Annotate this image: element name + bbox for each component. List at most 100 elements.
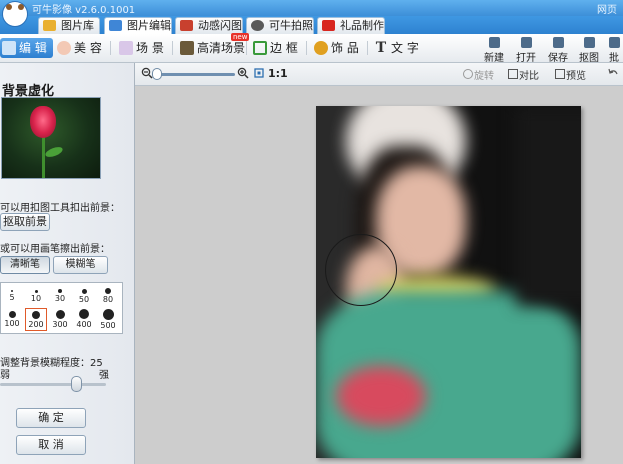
- compare-button[interactable]: 对比: [508, 67, 539, 82]
- tool-hd-scene[interactable]: 高清场景 new: [178, 33, 250, 58]
- toolbar-divider: [367, 41, 368, 55]
- brush-size-label: 30: [54, 294, 66, 303]
- toolbar-divider: [172, 41, 173, 55]
- brush-size-option[interactable]: 400: [73, 308, 95, 331]
- brush-dot-icon: [102, 309, 114, 320]
- tab-label: 图片库: [61, 19, 94, 32]
- fit-to-window-icon[interactable]: [253, 67, 265, 79]
- brush-size-label: 50: [78, 295, 90, 304]
- hd-scene-icon: [180, 41, 194, 55]
- edit-icon: [2, 41, 16, 55]
- cancel-button[interactable]: 取 消: [16, 435, 86, 455]
- accessory-icon: [314, 41, 328, 55]
- tab-image-edit[interactable]: 图片编辑: [104, 17, 172, 34]
- batch-button[interactable]: 批处: [605, 36, 623, 62]
- tab-camera[interactable]: 可牛拍照: [246, 17, 314, 34]
- button-label: 批处: [609, 53, 619, 62]
- thumbnail-rose: [30, 106, 56, 138]
- compare-label: 对比: [519, 71, 539, 82]
- tab-image-library[interactable]: 图片库: [38, 17, 100, 34]
- tool-label: 文 字: [391, 41, 419, 55]
- brush-size-option[interactable]: 300: [49, 308, 71, 331]
- edit-toolbar: 编 辑 美 容 场 景 高清场景 new 边 框 饰 品 T 文 字 新建 打开…: [0, 33, 623, 64]
- brush-size-label: 200: [28, 320, 44, 329]
- title-bar: 可牛影像 v2.6.0.1001 网页: [0, 0, 623, 27]
- brush-size-label: 100: [4, 319, 20, 328]
- open-button[interactable]: 打开: [512, 36, 540, 64]
- tab-label: 礼品制作: [340, 19, 384, 32]
- image-canvas[interactable]: [135, 86, 623, 464]
- zoom-slider-thumb[interactable]: [152, 68, 162, 80]
- new-badge: new: [231, 33, 250, 41]
- brush-dot-icon: [8, 311, 16, 318]
- cutout-button[interactable]: 抠图: [575, 36, 603, 64]
- preview-button[interactable]: 预览: [555, 67, 586, 82]
- face-icon: [57, 41, 71, 55]
- preview-label: 预览: [566, 71, 586, 82]
- confirm-button[interactable]: 确 定: [16, 408, 86, 428]
- tool-scene[interactable]: 场 景: [117, 38, 164, 58]
- blur-brush-tab[interactable]: 模糊笔: [53, 256, 108, 274]
- toolbar-divider: [110, 41, 111, 55]
- image-library-icon: [43, 20, 56, 31]
- tool-text[interactable]: T 文 字: [372, 38, 419, 58]
- brush-size-option[interactable]: 10: [25, 284, 47, 307]
- tool-accessories[interactable]: 饰 品: [312, 38, 359, 58]
- thumbnail-stem: [42, 136, 45, 178]
- new-file-icon: [488, 37, 500, 48]
- tool-label: 饰 品: [331, 41, 359, 55]
- slider-max-label: 强: [99, 370, 109, 381]
- title-bar-link[interactable]: 网页: [597, 1, 617, 16]
- brush-dot-icon: [58, 289, 62, 293]
- brush-size-label: 5: [9, 293, 15, 302]
- brush-size-option-selected[interactable]: 200: [25, 308, 47, 331]
- extract-foreground-button[interactable]: 抠取前景: [0, 213, 50, 231]
- tab-label: 图片编辑: [127, 19, 171, 32]
- save-button[interactable]: 保存: [544, 36, 572, 64]
- brush-dot-icon: [79, 309, 89, 319]
- brush-size-option[interactable]: 5: [1, 284, 23, 307]
- brush-size-option[interactable]: 80: [97, 284, 119, 307]
- toolbar-divider: [306, 41, 307, 55]
- zoom-in-icon[interactable]: [237, 67, 249, 79]
- canvas-toolbar: 1:1 旋转 对比 预览: [135, 63, 623, 86]
- blur-slider-thumb[interactable]: [71, 376, 82, 392]
- brush-size-option[interactable]: 50: [73, 284, 95, 307]
- brush-dot-icon: [105, 288, 111, 294]
- brush-size-grid: 5 10 30 50 80 100 200 300 400 500: [0, 282, 123, 334]
- film-icon: [180, 20, 193, 31]
- tool-beauty[interactable]: 美 容: [55, 38, 102, 58]
- tool-label: 高清场景: [197, 41, 246, 55]
- tab-animated-image[interactable]: 动感闪图: [175, 17, 243, 34]
- tab-gift-making[interactable]: 礼品制作: [317, 17, 385, 34]
- tool-frame[interactable]: 边 框: [251, 38, 298, 58]
- frame-icon: [253, 41, 267, 55]
- brush-size-label: 80: [102, 295, 114, 304]
- tab-label: 动感闪图: [198, 19, 242, 32]
- clear-brush-tab[interactable]: 清晰笔: [0, 256, 50, 274]
- brush-size-label: 500: [100, 321, 116, 330]
- brush-size-option[interactable]: 30: [49, 284, 71, 307]
- brush-dot-icon: [55, 310, 65, 319]
- new-button[interactable]: 新建: [480, 36, 508, 64]
- instruction-extract: 可以用扣图工具扣出前景：: [0, 203, 120, 214]
- rotate-button[interactable]: 旋转: [463, 67, 494, 82]
- blur-slider-track[interactable]: [0, 383, 106, 386]
- folder-icon: [520, 37, 532, 48]
- brush-size-option[interactable]: 100: [1, 308, 23, 331]
- photo-bg-right: [516, 106, 581, 306]
- brush-size-option[interactable]: 500: [97, 308, 119, 331]
- brush-size-label: 300: [52, 320, 68, 329]
- brush-dot-icon: [81, 289, 87, 294]
- zoom-ratio[interactable]: 1:1: [268, 67, 288, 80]
- instruction-brush: 或可以用画笔擦出前景：: [0, 244, 110, 255]
- slider-min-label: 弱: [0, 370, 10, 381]
- rotate-icon: [463, 69, 473, 79]
- app-title: 可牛影像 v2.6.0.1001: [32, 5, 136, 16]
- zoom-slider-track[interactable]: [157, 73, 235, 76]
- brush-size-label: 10: [30, 294, 42, 303]
- photo-bracelets: [336, 366, 426, 426]
- tool-edit[interactable]: 编 辑: [0, 38, 53, 58]
- undo-icon[interactable]: [607, 67, 619, 79]
- scissors-icon: [583, 37, 595, 48]
